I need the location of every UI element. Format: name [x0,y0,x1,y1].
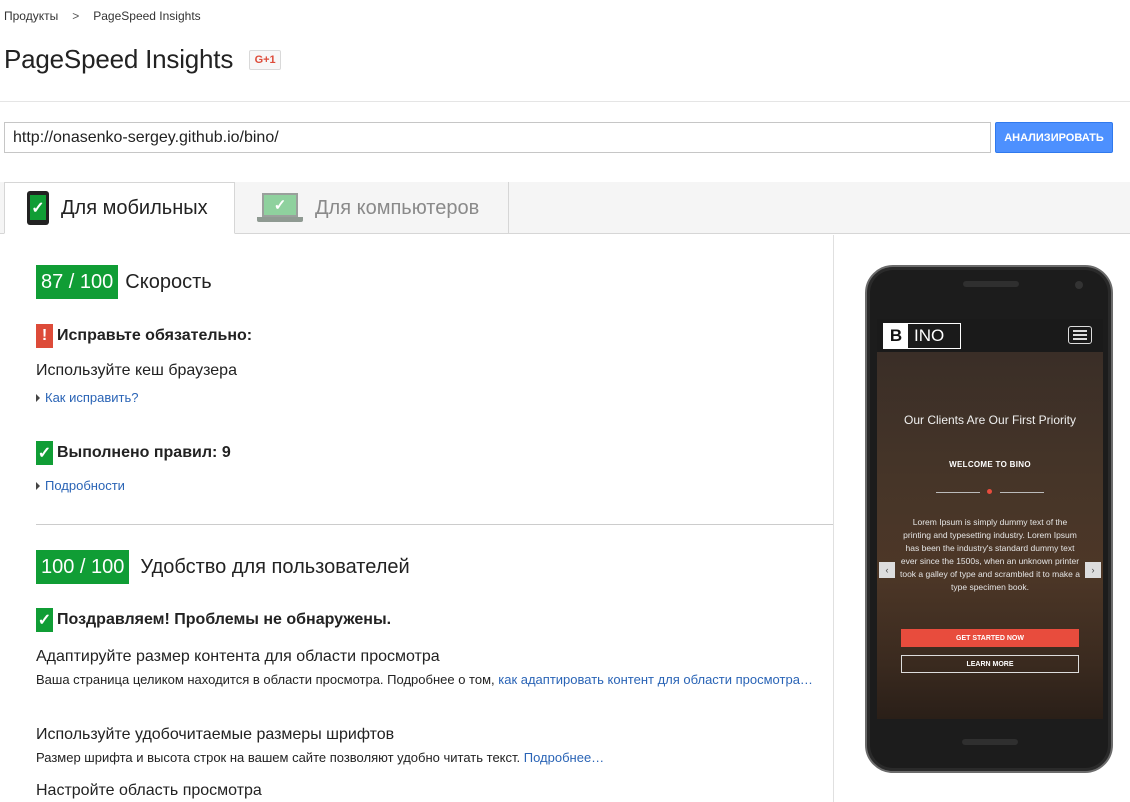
rule-viewport-title: Настройте область просмотра [36,782,262,799]
mobile-preview-screen: B INO Our Clients Are Our First Priority… [877,319,1103,719]
speed-score-row: 87 / 100 Скорость [36,265,212,299]
breadcrumb-products-link[interactable]: Продукты [4,9,58,23]
usability-score-row: 100 / 100 Удобство для пользователей [36,550,410,584]
passed-rules-heading: ✓ Выполнено правил: 9 [36,441,231,465]
usability-score-badge: 100 / 100 [36,550,130,584]
preview-hero-text: Lorem Ipsum is simply dummy text of the … [899,517,1080,592]
breadcrumb: Продукты > PageSpeed Insights [4,9,201,23]
must-fix-title: Исправьте обязательно: [57,327,253,344]
tab-desktop-label: Для компьютеров [315,196,480,219]
rule-font-size-desc: Размер шрифта и высота строк на вашем са… [36,750,524,765]
passed-rules-title: Выполнено правил: 9 [57,444,231,461]
rule-viewport-content-text: Ваша страница целиком находится в област… [36,669,816,691]
analyze-button[interactable]: АНАЛИЗИРОВАТЬ [995,122,1113,153]
how-to-fix-link[interactable]: Как исправить? [36,390,139,405]
preview-get-started-button: GET STARTED NOW [901,629,1079,647]
chevron-right-icon: › [1085,562,1101,578]
page-title: PageSpeed Insights [4,44,234,74]
preview-separator-left [936,492,980,493]
rule-viewport-content-desc: Ваша страница целиком находится в област… [36,672,499,687]
details-link[interactable]: Подробности [36,478,125,493]
breadcrumb-current: PageSpeed Insights [93,9,201,23]
how-to-fix-label: Как исправить? [45,390,139,405]
preview-logo: B INO [883,323,961,349]
rule-font-size-title: Используйте удобочитаемые размеры шрифто… [36,726,395,743]
preview-hero: Our Clients Are Our First Priority WELCO… [877,352,1103,719]
triangle-right-icon [36,393,40,402]
tabs-bar: ✓ Для мобильных ✓ Для компьютеров [0,182,1130,234]
check-icon: ✓ [36,441,53,465]
header-divider [0,101,1130,102]
check-icon: ✓ [36,608,53,632]
preview-hero-title: Our Clients Are Our First Priority [903,413,1077,427]
mobile-phone-icon: ✓ [27,191,49,225]
title-row: PageSpeed Insights G+1 [4,44,282,75]
congrats-heading: ✓ Поздравляем! Проблемы не обнаружены. [36,608,391,632]
speed-score-label: Скорость [125,270,212,293]
preview-logo-text: INO [914,326,945,345]
preview-separator-dot [987,489,992,494]
laptop-icon: ✓ [257,193,303,223]
tab-mobile[interactable]: ✓ Для мобильных [4,182,235,234]
chevron-left-icon: ‹ [879,562,895,578]
rule-font-size-text: Размер шрифта и высота строк на вашем са… [36,747,816,769]
tab-desktop[interactable]: ✓ Для компьютеров [235,182,509,234]
rule-viewport-content-link[interactable]: как адаптировать контент для области про… [498,672,813,687]
breadcrumb-separator: > [72,9,80,23]
gplus-button[interactable]: G+1 [249,49,282,70]
preview-navbar: B INO [877,319,1103,352]
exclamation-icon: ! [36,324,53,348]
mobile-preview-phone: B INO Our Clients Are Our First Priority… [865,265,1113,773]
phone-speaker [963,281,1019,287]
details-label: Подробности [45,478,125,493]
hamburger-menu-icon [1068,326,1092,344]
url-input[interactable] [4,122,991,153]
preview-logo-b: B [884,324,908,348]
must-fix-item: Используйте кеш браузера [36,362,237,379]
tab-mobile-label: Для мобильных [61,196,208,219]
phone-bottom-speaker [962,739,1018,745]
preview-separator-right [1000,492,1044,493]
speed-score-badge: 87 / 100 [36,265,119,299]
rule-font-size-link[interactable]: Подробнее… [524,750,604,765]
preview-learn-more-button: LEARN MORE [901,655,1079,673]
preview-welcome: WELCOME TO BINO [949,460,1031,469]
section-divider [36,524,833,525]
congrats-title: Поздравляем! Проблемы не обнаружены. [57,611,392,628]
phone-camera [1075,281,1083,289]
triangle-right-icon [36,481,40,490]
usability-score-label: Удобство для пользователей [140,555,410,578]
content-divider-vertical [833,235,834,802]
must-fix-heading: ! Исправьте обязательно: [36,324,252,348]
rule-viewport-content-title: Адаптируйте размер контента для области … [36,648,440,665]
